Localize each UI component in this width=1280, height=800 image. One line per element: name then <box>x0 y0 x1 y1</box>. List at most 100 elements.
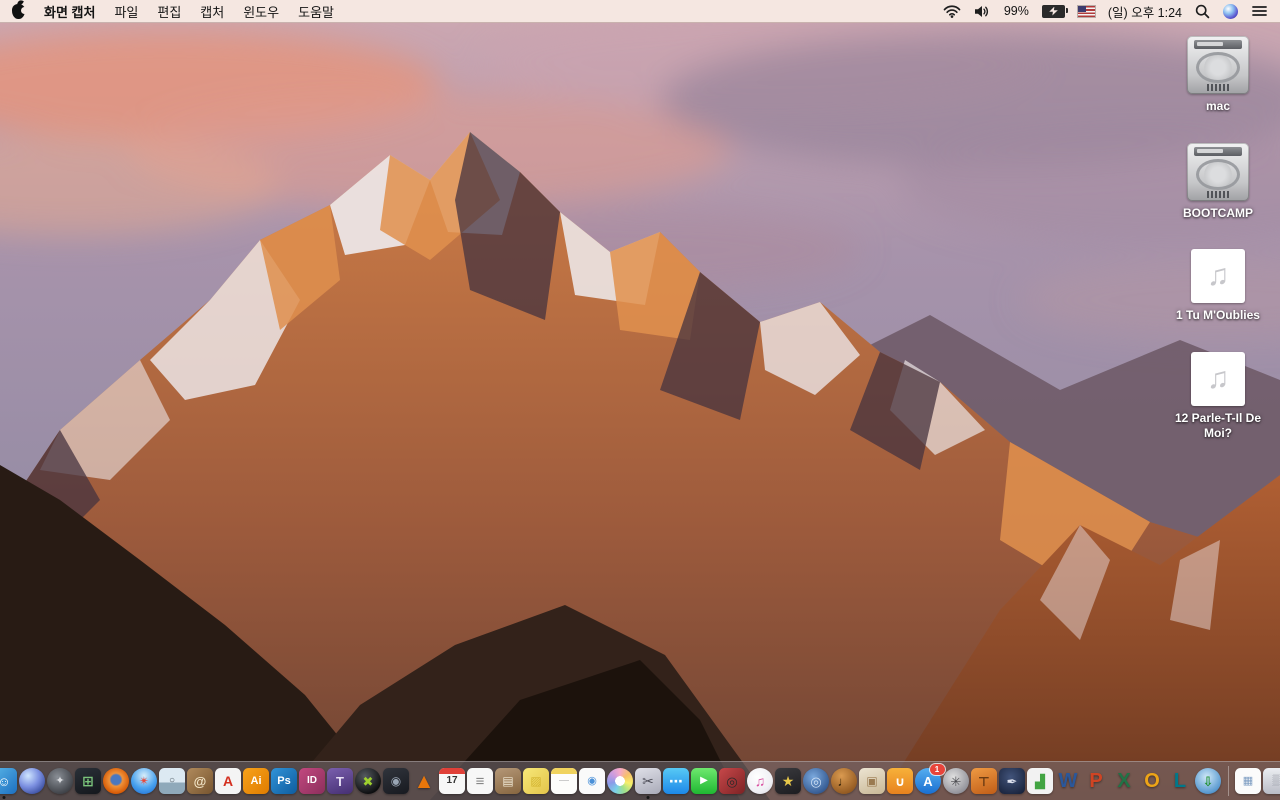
mission-control-icon: ⊞ <box>75 768 101 794</box>
system-preferences-dock-icon[interactable]: ✳ <box>943 763 970 799</box>
hard-drive-icon[interactable] <box>1187 36 1249 94</box>
desktop-wallpaper <box>0 0 1280 800</box>
notes-dock-icon[interactable]: — <box>551 763 578 799</box>
excel-glyph: X <box>1117 770 1131 792</box>
photo-booth-dock-icon[interactable]: ◎ <box>719 763 746 799</box>
desktop-icon-1[interactable]: BOOTCAMP <box>1183 142 1253 222</box>
calendar-icon: 17 <box>439 768 465 794</box>
document-box-glyph: ▤ <box>502 774 514 788</box>
desktop-icon-label: 12 Parle-T-Il De Moi? <box>1174 410 1262 441</box>
mission-control-glyph: ⊞ <box>82 773 94 789</box>
finder-dock-icon[interactable]: ☺ <box>0 763 18 799</box>
numbers-dock-icon[interactable]: ▟ <box>1027 763 1054 799</box>
mission-control-dock-icon[interactable]: ⊞ <box>75 763 102 799</box>
calendar-glyph: 17 <box>446 775 458 786</box>
imovie-glyph: ★ <box>781 773 795 789</box>
outlook-icon: O <box>1139 768 1165 794</box>
photos-icon <box>607 768 633 794</box>
apple-menu[interactable] <box>12 3 28 19</box>
menubar-menu-0[interactable]: 파일 <box>114 2 138 21</box>
excel-icon: X <box>1111 768 1137 794</box>
vlc-dock-icon[interactable]: ▲ <box>411 763 438 799</box>
desktop-icon-2[interactable]: ♫ 1 Tu M'Oublies <box>1176 249 1260 324</box>
lync-glyph: L <box>1173 770 1187 792</box>
menubar-menu-3[interactable]: 윈도우 <box>243 2 279 21</box>
pages-dock-icon[interactable]: ✒ <box>999 763 1026 799</box>
desktop-icon-0[interactable]: mac <box>1187 36 1249 115</box>
menubar-clock[interactable]: (일) 오후 1:24 <box>1108 2 1182 21</box>
photos-dock-icon[interactable] <box>607 763 634 799</box>
safari-dock-icon[interactable]: ✴ <box>131 763 158 799</box>
app-store-dock-icon[interactable]: A1 <box>915 763 945 799</box>
toast-titanium-dock-icon[interactable]: T <box>327 763 354 799</box>
indesign-dock-icon[interactable]: ID <box>299 763 326 799</box>
document-file-icon: ▦ <box>1235 768 1261 794</box>
stickies-icon: ▨ <box>523 768 549 794</box>
outlook-glyph: O <box>1144 770 1160 792</box>
imovie-dock-icon[interactable]: ★ <box>775 763 802 799</box>
idvd-dock-icon[interactable]: ◎ <box>803 763 830 799</box>
garageband-dock-icon[interactable]: ♩ <box>831 763 858 799</box>
menubar-menu-4[interactable]: 도움말 <box>298 2 334 21</box>
audio-file-icon[interactable]: ♫ <box>1191 351 1245 406</box>
quicksilver-dock-icon[interactable]: ✖ <box>355 763 382 799</box>
download-manager-dock-icon[interactable]: ⇩ <box>1195 763 1222 799</box>
desktop-icons-column: mac BOOTCAMP ♫ 1 Tu M'Oublies ♫ 12 Parle-T-Il… <box>1168 36 1268 470</box>
volume-icon[interactable] <box>974 5 991 18</box>
itunes-dock-icon[interactable]: ♫ <box>747 763 774 799</box>
collage-app-dock-icon[interactable]: ▣ <box>859 763 886 799</box>
toast-titanium-icon: T <box>327 768 353 794</box>
illustrator-dock-icon[interactable]: Ai <box>243 763 270 799</box>
disk-tool-dock-icon[interactable]: ◉ <box>383 763 410 799</box>
lync-icon: L <box>1167 768 1193 794</box>
input-source-us-flag-icon[interactable] <box>1077 5 1095 17</box>
powerpoint-dock-icon[interactable]: P <box>1083 763 1110 799</box>
desktop-icon-label: 1 Tu M'Oublies <box>1176 308 1260 323</box>
quicksilver-icon: ✖ <box>355 768 381 794</box>
word-dock-icon[interactable]: W <box>1055 763 1082 799</box>
desktop-icon-3[interactable]: ♫ 12 Parle-T-Il De Moi? <box>1168 351 1268 442</box>
desktop-icon-label: BOOTCAMP <box>1183 205 1253 220</box>
firefox-dock-icon[interactable] <box>103 763 130 799</box>
active-app-menu-title[interactable]: 화면 캡처 <box>44 2 95 21</box>
word-icon: W <box>1055 768 1081 794</box>
menubar-menu-2[interactable]: 캡처 <box>200 2 224 21</box>
document-seal-dock-icon[interactable]: ◉ <box>579 763 606 799</box>
outlook-dock-icon[interactable]: O <box>1139 763 1166 799</box>
grab-screen-capture-dock-icon[interactable]: ✂ <box>635 763 662 799</box>
excel-dock-icon[interactable]: X <box>1111 763 1138 799</box>
photoshop-dock-icon[interactable]: Ps <box>271 763 298 799</box>
safari-glyph: ✴ <box>138 774 150 788</box>
acrobat-reader-dock-icon[interactable]: A <box>215 763 242 799</box>
audio-file-icon[interactable]: ♫ <box>1190 249 1245 304</box>
preview-dock-icon[interactable]: ○ <box>159 763 186 799</box>
reminders-dock-icon[interactable]: ≡ <box>467 763 494 799</box>
spotlight-search-icon[interactable] <box>1195 4 1210 19</box>
collage-app-glyph: ▣ <box>866 774 878 788</box>
wifi-icon[interactable] <box>943 4 961 18</box>
facetime-dock-icon[interactable]: ▶ <box>691 763 718 799</box>
stickies-dock-icon[interactable]: ▨ <box>523 763 550 799</box>
siri-menubar-icon[interactable] <box>1223 3 1238 19</box>
launchpad-glyph: ✦ <box>55 774 65 787</box>
download-manager-icon: ⇩ <box>1195 768 1221 794</box>
notes-glyph: — <box>559 775 569 786</box>
notification-center-icon[interactable] <box>1251 5 1268 17</box>
menu-bar: 화면 캡처 파일 편집 캡처 윈도우 도움말 99% (일) 오후 1:24 <box>0 0 1280 23</box>
trash-full-dock-icon[interactable]: ▒ <box>1263 763 1280 799</box>
document-box-dock-icon[interactable]: ▤ <box>495 763 522 799</box>
contacts-dock-icon[interactable]: @ <box>187 763 214 799</box>
numbers-glyph: ▟ <box>1035 773 1045 789</box>
launchpad-dock-icon[interactable]: ✦ <box>47 763 74 799</box>
keynote-dock-icon[interactable]: ⊤ <box>971 763 998 799</box>
messages-dock-icon[interactable]: ⋯ <box>663 763 690 799</box>
battery-charging-icon[interactable] <box>1041 4 1068 18</box>
ibooks-dock-icon[interactable]: ∪ <box>887 763 914 799</box>
document-file-dock-icon[interactable]: ▦ <box>1235 763 1262 799</box>
lync-dock-icon[interactable]: L <box>1167 763 1194 799</box>
calendar-dock-icon[interactable]: 17 <box>439 763 466 799</box>
menubar-menu-1[interactable]: 편집 <box>157 2 181 21</box>
hard-drive-icon[interactable] <box>1187 142 1249 201</box>
siri-dock-icon[interactable] <box>19 763 46 799</box>
illustrator-icon: Ai <box>243 768 269 794</box>
